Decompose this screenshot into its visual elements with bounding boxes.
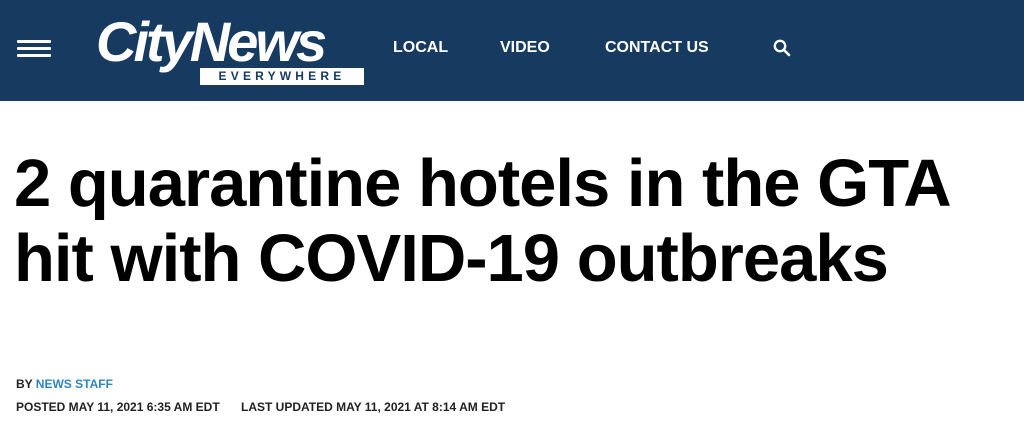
author-link[interactable]: NEWS STAFF bbox=[36, 377, 113, 391]
last-updated-date: LAST UPDATED MAY 11, 2021 AT 8:14 AM EDT bbox=[241, 400, 506, 414]
citynews-logo[interactable]: CityNews EVERYWHERE bbox=[96, 10, 368, 86]
nav-link-contact-us[interactable]: CONTACT US bbox=[605, 38, 709, 58]
search-icon[interactable] bbox=[773, 39, 791, 57]
hamburger-menu-icon[interactable] bbox=[17, 40, 51, 58]
posted-date: POSTED MAY 11, 2021 6:35 AM EDT bbox=[16, 400, 220, 414]
article-headline: 2 quarantine hotels in the GTA hit with … bbox=[14, 146, 949, 296]
byline-prefix: BY bbox=[16, 377, 33, 391]
logo-wordmark: CityNews bbox=[96, 10, 327, 73]
nav-link-video[interactable]: VIDEO bbox=[500, 38, 550, 58]
nav-link-local[interactable]: LOCAL bbox=[393, 38, 448, 58]
logo-tagline: EVERYWHERE bbox=[200, 68, 364, 85]
site-header: CityNews EVERYWHERE LOCAL VIDEO CONTACT … bbox=[0, 0, 1024, 101]
article-dates: POSTED MAY 11, 2021 6:35 AM EDT LAST UPD… bbox=[16, 400, 505, 414]
article-byline: BY NEWS STAFF bbox=[16, 377, 113, 391]
